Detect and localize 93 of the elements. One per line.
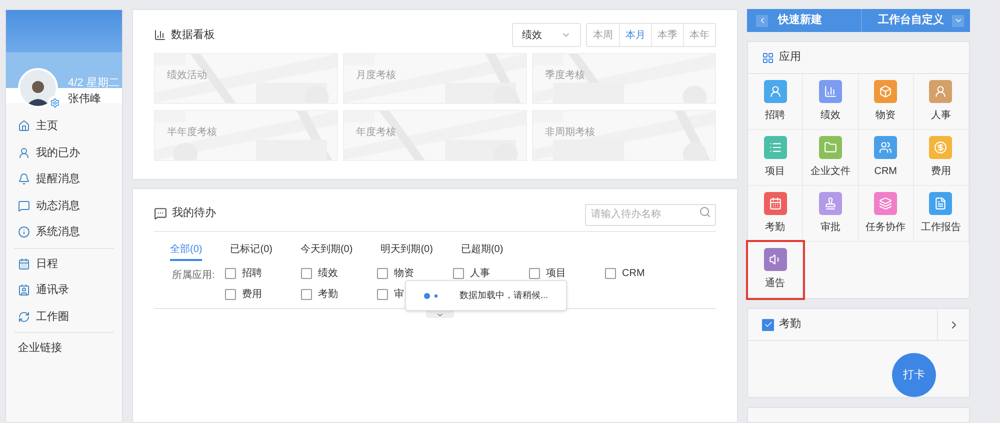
nav-item[interactable]: 提醒消息 [14,166,114,192]
checkbox[interactable] [225,268,236,279]
calendar-icon [18,258,30,270]
panel-title: 考勤 [779,317,801,332]
app-tile[interactable]: 考勤 [748,186,804,242]
app-tile[interactable]: 费用 [914,130,969,186]
nav-item[interactable]: 动态消息 [14,192,114,219]
app-tile[interactable]: 项目 [748,130,804,186]
card-label: 年度考核 [356,127,396,138]
checkbox[interactable] [377,289,388,300]
document-icon [934,197,948,210]
checkbox[interactable] [529,268,540,279]
app-tile[interactable]: 人事 [914,74,969,130]
filter-checkbox[interactable]: 人事 [453,266,529,281]
checkbox[interactable] [377,268,388,279]
checkbox[interactable] [605,268,616,279]
checkbox[interactable] [762,318,774,331]
todo-tab[interactable]: 已标记(0) [230,242,272,261]
profile-name: 张伟峰 [68,92,101,107]
settings-badge[interactable] [48,96,61,109]
nav-item[interactable]: 主页 [14,113,114,140]
card-label: 月度考核 [356,70,396,81]
loading-text: 数据加载中，请稍候... [459,288,548,302]
app-tile[interactable]: 任务协作 [858,186,914,242]
app-tile[interactable]: CRM [858,130,914,186]
todo-tab[interactable]: 明天到期(0) [380,242,433,261]
filter-checkbox[interactable]: 物资 [377,266,453,281]
home-icon [18,120,30,132]
nav-item[interactable]: 工作圈 [14,304,114,330]
todo-tab[interactable]: 今天到期(0) [300,242,353,261]
nav-item[interactable]: 我的已办 [14,140,114,166]
chart-icon [154,29,166,41]
card-label: 季度考核 [545,70,585,81]
metric-dropdown[interactable]: 绩效 [512,23,581,47]
person-icon [768,85,782,98]
filter-checkbox[interactable]: 项目 [529,266,605,281]
filter-label: 所属应用: [172,268,216,283]
card-label: 非周期考核 [545,127,595,138]
app-tile[interactable]: 工作报告 [914,186,969,242]
nav-item[interactable]: 通讯录 [14,277,114,304]
clock-in-button[interactable]: 打卡 [892,353,936,398]
card-label: 半年度考核 [167,127,217,138]
expand-tab[interactable] [426,311,454,318]
grid-icon [762,52,774,64]
checkbox[interactable] [453,268,464,279]
chat-icon [18,200,30,212]
nav-item[interactable]: 日程 [14,250,114,277]
todo-tab[interactable]: 已超期(0) [460,242,504,261]
app-tile[interactable]: 绩效 [803,74,858,130]
nav-item[interactable]: 企业链接 [14,335,114,362]
app-tile[interactable]: 审批 [803,186,858,242]
search-field[interactable]: 请输入待办名称 [585,204,716,226]
period-tab[interactable]: 本月 [619,24,651,46]
filter-checkbox[interactable]: 考勤 [301,287,377,302]
panel-title: 应用 [779,50,801,66]
list-icon [768,141,782,154]
message-icon [154,207,167,220]
app-tile[interactable]: 物资 [858,74,914,130]
filter-checkbox[interactable]: 绩效 [301,266,377,281]
profile-date: 4/2 星期二 [68,76,120,91]
app-tile[interactable]: 通告 [748,242,804,298]
nav-item[interactable]: 系统消息 [14,219,114,246]
stamp-icon [824,197,837,210]
info-icon [18,226,30,238]
checkbox[interactable] [301,268,312,279]
folder-icon [824,141,837,154]
filter-checkbox[interactable]: 费用 [225,287,301,302]
person-icon [934,85,948,98]
card-label: 绩效活动 [167,70,207,81]
layers-icon [879,197,892,210]
calendar-icon [768,197,782,210]
speaker-icon [768,253,782,266]
bar-chart-icon [824,85,837,98]
coin-icon [934,141,948,154]
check-icon [764,320,772,330]
contact-card-icon [18,284,30,296]
people-icon [879,141,892,154]
filter-checkbox[interactable]: CRM [605,266,681,281]
checkbox[interactable] [301,289,312,300]
panel-title: 我的待办 [172,206,216,222]
bell-icon [18,173,30,186]
circle-arrows-icon [18,310,30,323]
filter-checkbox[interactable]: 招聘 [225,266,301,281]
filter-checkbox[interactable]: 审 [377,287,453,302]
search-icon [699,206,711,218]
user-icon [18,146,30,159]
settings-icon [50,98,60,108]
box-icon [879,85,892,98]
checkbox[interactable] [225,289,236,300]
app-tile[interactable]: 企业文件 [803,130,858,186]
app-tile[interactable]: 招聘 [748,74,804,130]
panel-title: 数据看板 [171,28,215,43]
todo-tab[interactable]: 全部(0) [170,242,202,261]
